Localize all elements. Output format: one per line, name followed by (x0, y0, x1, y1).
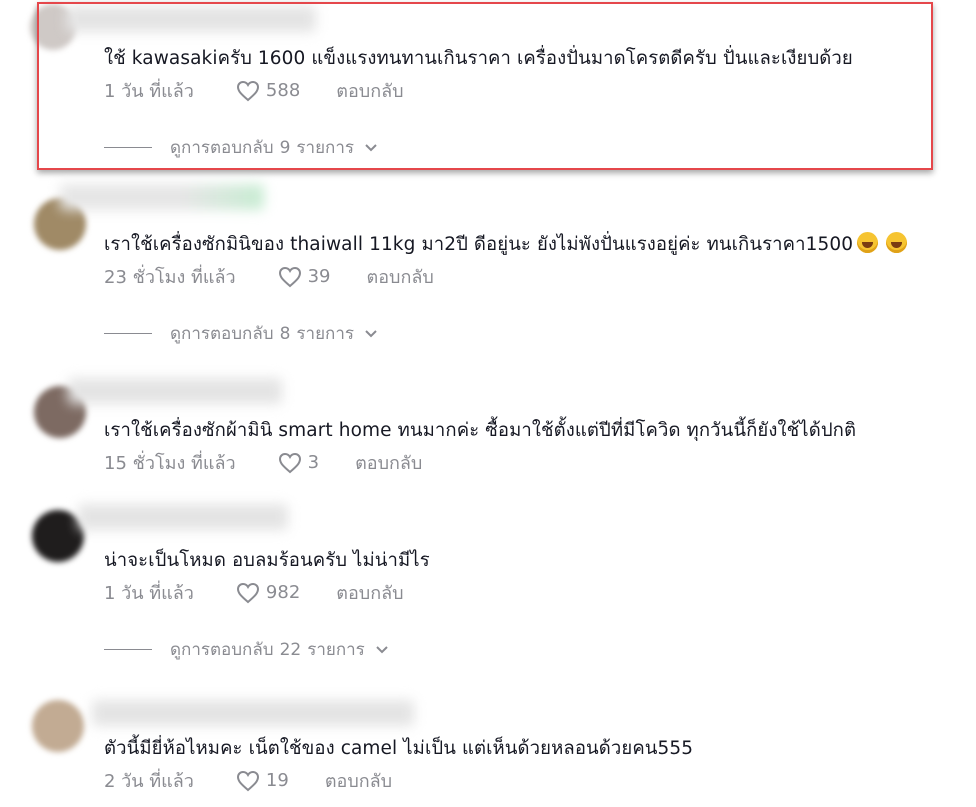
comment-text: เราใช้เครื่องซักมินิของ thaiwall 11kg มา… (104, 230, 908, 259)
comment-meta: 2 วัน ที่แล้ว 19 ตอบกลับ (104, 766, 392, 795)
view-replies-button[interactable]: ดูการตอบกลับ 8 รายการ (104, 320, 378, 347)
like-count: 39 (307, 266, 331, 287)
divider-line (104, 333, 152, 334)
avatar[interactable] (32, 700, 84, 752)
comment-time: 23 ชั่วโมง ที่แล้ว (104, 267, 236, 288)
comment-text-content: เราใช้เครื่องซักมินิของ thaiwall 11kg มา… (104, 234, 854, 255)
comment-time: 1 วัน ที่แล้ว (104, 583, 194, 604)
comment-meta: 23 ชั่วโมง ที่แล้ว 39 ตอบกลับ (104, 262, 434, 291)
chevron-down-icon (376, 645, 388, 653)
comment-meta: 15 ชั่วโมง ที่แล้ว 3 ตอบกลับ (104, 448, 422, 477)
heart-icon (278, 452, 301, 473)
highlight-box (37, 2, 933, 170)
like-count: 3 (307, 452, 320, 473)
replies-count: 8 (279, 323, 291, 344)
comment-meta: 1 วัน ที่แล้ว 982 ตอบกลับ (104, 578, 404, 607)
view-replies-suffix: รายการ (296, 324, 354, 344)
username-blurred[interactable] (68, 378, 282, 404)
laughing-emoji-icon (886, 232, 908, 253)
heart-icon (236, 770, 259, 791)
username-blurred[interactable] (92, 700, 414, 726)
chevron-down-icon (365, 329, 377, 337)
username-blurred[interactable] (78, 504, 288, 530)
username-blurred[interactable] (60, 184, 264, 210)
reply-button[interactable]: ตอบกลับ (336, 578, 403, 607)
reply-button[interactable]: ตอบกลับ (367, 262, 434, 291)
like-button[interactable]: 982 (236, 582, 300, 604)
like-button[interactable]: 19 (236, 770, 289, 792)
comment-text: ตัวนี้มียี่ห้อไหมคะ เน็ตใช้ของ camel ไม่… (104, 738, 694, 759)
like-count: 982 (265, 582, 301, 603)
like-button[interactable]: 3 (278, 452, 319, 474)
replies-count: 22 (279, 639, 302, 660)
view-replies-button[interactable]: ดูการตอบกลับ 22 รายการ (104, 636, 389, 663)
like-button[interactable]: 39 (278, 266, 331, 288)
view-replies-suffix: รายการ (307, 640, 365, 660)
heart-icon (236, 582, 259, 603)
divider-line (104, 649, 152, 650)
reply-button[interactable]: ตอบกลับ (355, 448, 422, 477)
comment-time: 15 ชั่วโมง ที่แล้ว (104, 453, 236, 474)
avatar[interactable] (32, 510, 84, 562)
comment-time: 2 วัน ที่แล้ว (104, 771, 194, 792)
comment-text: เราใช้เครื่องซักผ้ามินิ smart home ทนมาก… (104, 420, 857, 441)
view-replies-label: ดูการตอบกลับ (170, 324, 274, 344)
laughing-emoji-icon (857, 232, 879, 253)
comment-text: น่าจะเป็นโหมด อบลมร้อนครับ ไม่น่ามีไร (104, 550, 430, 571)
like-count: 19 (265, 770, 289, 791)
view-replies-label: ดูการตอบกลับ (170, 640, 274, 660)
reply-button[interactable]: ตอบกลับ (325, 766, 392, 795)
heart-icon (278, 266, 301, 287)
